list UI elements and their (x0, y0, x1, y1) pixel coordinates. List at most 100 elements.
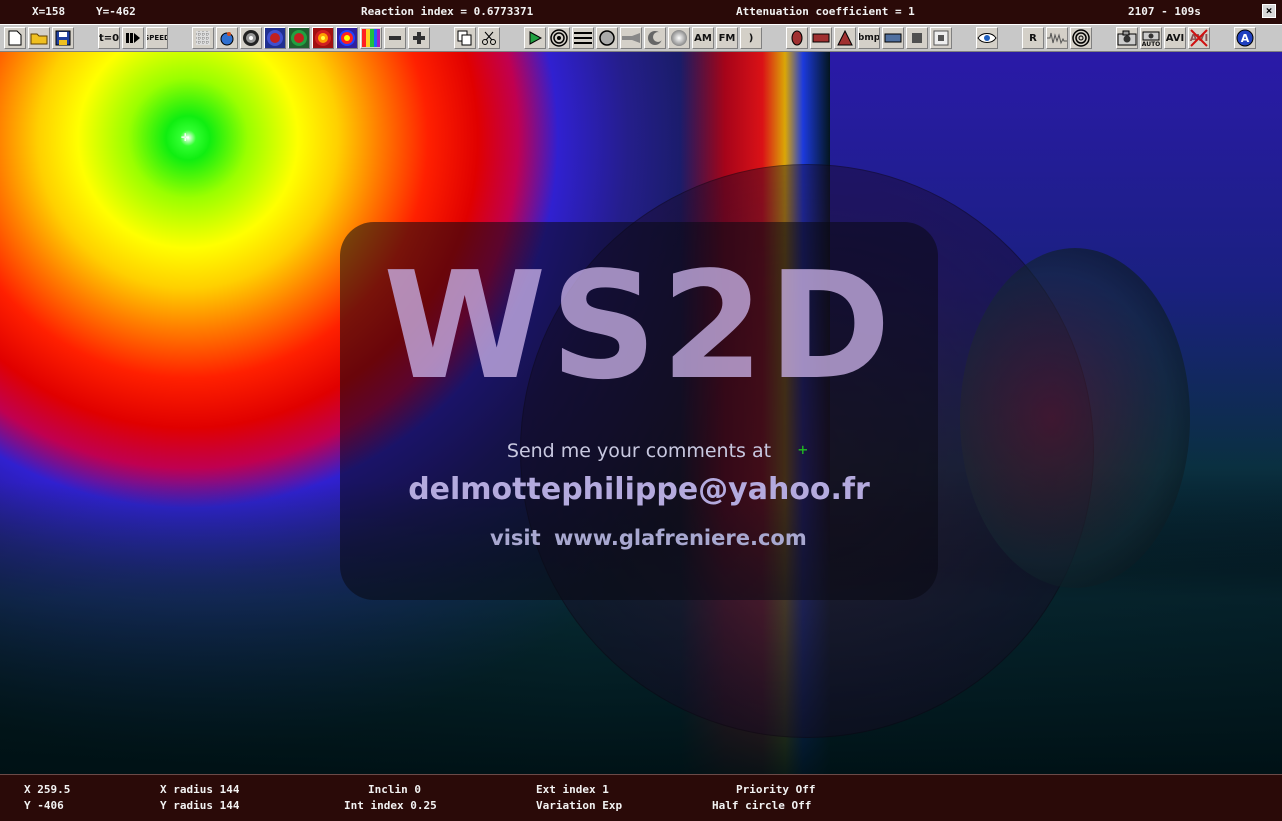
object-y-readout: Y -406 (24, 799, 64, 812)
rectangle-tool-button[interactable] (810, 27, 832, 49)
half-circle-readout: Half circle Off (712, 799, 812, 812)
decrease-button[interactable] (384, 27, 406, 49)
gray-ring-icon (243, 30, 259, 46)
concentric-circles-icon (550, 29, 568, 47)
step-play-button[interactable] (122, 27, 144, 49)
step-play-icon (126, 33, 140, 43)
new-file-button[interactable] (4, 27, 26, 49)
blue-bar-button[interactable] (882, 27, 904, 49)
splash-plus-marker: + (798, 440, 808, 459)
bubble-button[interactable] (216, 27, 238, 49)
red-triangle-icon (837, 30, 853, 46)
cursor-y-readout: Y=-462 (96, 5, 136, 18)
reset-time-button[interactable]: t=0 (98, 27, 120, 49)
inclination-readout: Inclin 0 (368, 783, 421, 796)
blue-bar-icon (884, 33, 902, 43)
splash-visit-label: visit (490, 526, 541, 550)
external-index-readout: Ext index 1 (536, 783, 609, 796)
ellipse-tool-button[interactable] (786, 27, 808, 49)
frame-square-icon (933, 30, 949, 46)
concentric-source-button[interactable] (548, 27, 570, 49)
triangle-tool-button[interactable] (834, 27, 856, 49)
dark-square-button[interactable] (906, 27, 928, 49)
lens-button[interactable]: ) (740, 27, 762, 49)
snapshot-button[interactable] (1116, 27, 1138, 49)
open-file-button[interactable] (28, 27, 50, 49)
about-button[interactable]: A (1234, 27, 1256, 49)
dark-square-icon (912, 33, 922, 43)
splash-email-link[interactable]: delmottephilippe@yahoo.fr (340, 472, 938, 507)
crescent-button[interactable] (644, 27, 666, 49)
avi-record-button[interactable]: AVI (1164, 27, 1186, 49)
copy-icon (457, 30, 472, 46)
blue-ball-icon (220, 32, 234, 46)
variation-readout: Variation Exp (536, 799, 623, 812)
waveform-button[interactable] (1046, 27, 1068, 49)
view-button[interactable] (976, 27, 998, 49)
fire-palette-button[interactable] (312, 27, 334, 49)
auto-snapshot-button[interactable]: AUTO (1140, 27, 1162, 49)
beam-button[interactable] (620, 27, 642, 49)
waveform-icon (1047, 32, 1067, 45)
splash-title: WS2D (383, 240, 895, 412)
spectrum-palette-button[interactable] (336, 27, 358, 49)
splash-panel: WS2D Send me your comments at + delmotte… (340, 222, 938, 600)
crescent-icon (648, 31, 663, 45)
medium-ellipse-object[interactable] (960, 248, 1190, 588)
horizontal-lines-icon (574, 32, 592, 44)
object-x-readout: X 259.5 (24, 783, 71, 796)
red-cross-icon (1190, 29, 1208, 47)
rainbow-palette-button[interactable] (360, 27, 382, 49)
plane-wave-button[interactable] (572, 27, 594, 49)
spectrum-ring-icon (339, 30, 355, 46)
bmp-button[interactable]: bmp (858, 27, 880, 49)
top-status-bar: X=158 Y=-462 Reaction index = 0.6773371 … (0, 0, 1282, 24)
red-rectangle-icon (812, 33, 830, 43)
play-button[interactable] (524, 27, 546, 49)
record-button[interactable]: R (1022, 27, 1044, 49)
splash-website-link[interactable]: www.glafreniere.com (554, 526, 807, 550)
letter-a-circle-icon: A (1236, 29, 1254, 47)
speed-button[interactable]: SPEED (146, 27, 168, 49)
blue-palette-button[interactable] (264, 27, 286, 49)
cut-button[interactable] (478, 27, 500, 49)
green-palette-button[interactable] (288, 27, 310, 49)
splash-comment-line: Send me your comments at (506, 440, 772, 462)
x-radius-readout: X radius 144 (160, 783, 240, 796)
reaction-index-readout: Reaction index = 0.6773371 (361, 5, 534, 18)
gray-wave-button[interactable] (240, 27, 262, 49)
svg-text:A: A (1241, 32, 1250, 45)
grid-button[interactable] (192, 27, 214, 49)
fm-button[interactable]: FM (716, 27, 738, 49)
new-file-icon (8, 30, 22, 46)
red-ring-icon (267, 30, 283, 46)
increase-button[interactable] (408, 27, 430, 49)
red-ellipse-icon (791, 30, 803, 46)
glow-button[interactable] (668, 27, 690, 49)
ring-source-button[interactable] (596, 27, 618, 49)
toolbar: t=0 SPEED (0, 24, 1282, 52)
scissors-icon (482, 31, 496, 45)
dotted-grid-icon (196, 31, 210, 45)
minus-icon (389, 36, 401, 40)
save-button[interactable] (52, 27, 74, 49)
spiral-button[interactable] (1070, 27, 1092, 49)
camera-icon (1117, 30, 1137, 46)
y-radius-readout: Y radius 144 (160, 799, 240, 812)
white-glow-icon (671, 30, 687, 46)
avi-stop-button[interactable]: AVI (1188, 27, 1210, 49)
spiral-icon (1072, 29, 1090, 47)
close-button[interactable]: × (1262, 4, 1276, 18)
source-crosshair-icon[interactable]: ✛ (181, 130, 189, 144)
copy-button[interactable] (454, 27, 476, 49)
am-button[interactable]: AM (692, 27, 714, 49)
wave-simulation-canvas[interactable]: ✛ WS2D Send me your comments at + delmot… (0, 52, 1282, 774)
auto-label: AUTO (1141, 40, 1161, 48)
frame-square-button[interactable] (930, 27, 952, 49)
